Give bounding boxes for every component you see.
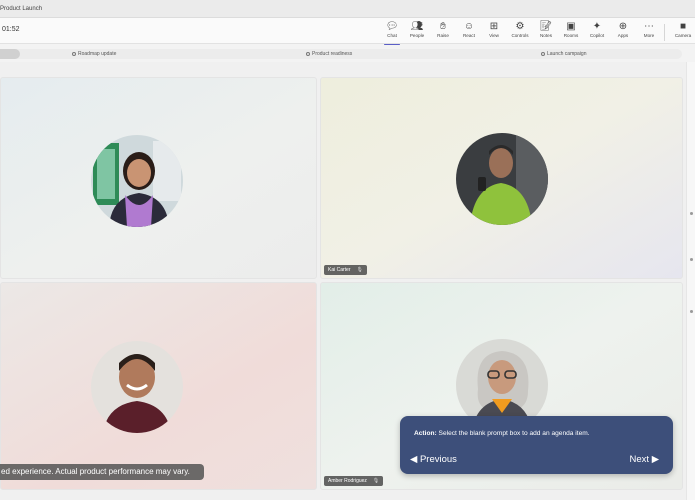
participant-name-tag: Amber Rodriguez 🎙︎ bbox=[324, 476, 384, 486]
panel-indicator bbox=[690, 212, 693, 215]
raise-hand-button[interactable]: ✋︎ Raise bbox=[431, 21, 455, 43]
more-button[interactable]: ⋯ More bbox=[637, 21, 661, 43]
disclaimer-banner: ed experience. Actual product performanc… bbox=[0, 464, 204, 480]
smiley-icon: ☺ bbox=[463, 21, 475, 32]
participant-name: Amber Rodriguez bbox=[328, 478, 367, 484]
notes-button[interactable]: 📝︎ Notes bbox=[534, 21, 558, 43]
controls-icon: ⚙︎ bbox=[515, 21, 525, 32]
mic-icon: 🎙︎ bbox=[372, 478, 380, 484]
apps-button[interactable]: ⊕ Apps bbox=[611, 21, 635, 43]
notes-label: Notes bbox=[539, 33, 552, 38]
controls-label: Controls bbox=[511, 33, 529, 38]
participant-avatar bbox=[456, 133, 548, 225]
person-photo-icon bbox=[91, 341, 183, 433]
agenda-scroll-handle[interactable] bbox=[0, 49, 20, 59]
react-label: React bbox=[462, 33, 475, 38]
grid-icon: ⊞ bbox=[489, 21, 499, 32]
people-button[interactable]: 👥︎ 4 People bbox=[405, 21, 429, 43]
mic-icon: 🎙︎ bbox=[356, 267, 363, 273]
rooms-icon: ▣ bbox=[566, 21, 576, 32]
controls-button[interactable]: ⚙︎ Controls bbox=[508, 21, 532, 43]
camera-button[interactable]: ■ Camera bbox=[671, 21, 695, 43]
toolbar-divider bbox=[664, 24, 665, 41]
view-label: View bbox=[489, 33, 499, 38]
chat-button[interactable]: 💬︎ Chat bbox=[380, 21, 404, 45]
side-panel-edge bbox=[686, 62, 695, 500]
chat-label: Chat bbox=[387, 33, 397, 38]
notes-icon: 📝︎ bbox=[539, 21, 553, 32]
meeting-toolbar: 01:52 💬︎ Chat 👥︎ 4 People ✋︎ Raise ☺ Rea… bbox=[0, 18, 695, 45]
raise-label: Raise bbox=[437, 33, 449, 38]
action-text: Select the blank prompt box to add an ag… bbox=[436, 430, 590, 437]
agenda-item-label: Roadmap update bbox=[78, 51, 117, 57]
agenda-item-label: Product readiness bbox=[312, 51, 353, 57]
next-button[interactable]: Next ▶ bbox=[630, 454, 659, 466]
copilot-icon: ✦ bbox=[592, 21, 602, 32]
previous-button[interactable]: ◀ Previous bbox=[410, 454, 457, 466]
agenda-item-label: Launch campaign bbox=[547, 51, 587, 57]
rooms-label: Rooms bbox=[563, 33, 579, 38]
circle-icon bbox=[72, 51, 76, 56]
meeting-timer: 01:52 bbox=[2, 26, 20, 33]
agenda-item[interactable]: Launch campaign bbox=[541, 49, 586, 59]
participant-tile[interactable]: Kai Carter 🎙︎ bbox=[320, 77, 683, 279]
participant-name-tag: Kai Carter 🎙︎ bbox=[324, 265, 367, 275]
participant-avatar bbox=[91, 341, 183, 433]
panel-indicator bbox=[690, 310, 693, 313]
agenda-item[interactable]: Product readiness bbox=[306, 49, 352, 59]
coachmark-message: Action: Select the blank prompt box to a… bbox=[414, 429, 590, 438]
apps-label: Apps bbox=[617, 33, 629, 38]
camera-icon: ■ bbox=[679, 21, 687, 32]
view-button[interactable]: ⊞ View bbox=[482, 21, 506, 43]
chat-icon: 💬︎ bbox=[385, 21, 399, 32]
guided-tour-coachmark: Action: Select the blank prompt box to a… bbox=[400, 416, 673, 474]
disclaimer-text: ed experience. Actual product performanc… bbox=[1, 467, 190, 476]
agenda-bar: Roadmap update Product readiness Launch … bbox=[0, 49, 682, 59]
camera-label: Camera bbox=[674, 33, 692, 38]
agenda-item[interactable]: Roadmap update bbox=[72, 49, 116, 59]
title-bar: Product Launch bbox=[0, 0, 695, 18]
action-label: Action: bbox=[414, 430, 437, 437]
person-photo-icon bbox=[456, 133, 548, 225]
participant-tile[interactable] bbox=[0, 282, 317, 490]
copilot-label: Copilot bbox=[589, 33, 605, 38]
hand-icon: ✋︎ bbox=[440, 21, 446, 32]
participant-name: Kai Carter bbox=[328, 267, 351, 273]
person-photo-icon bbox=[91, 135, 183, 227]
more-icon: ⋯ bbox=[644, 21, 654, 32]
participant-avatar bbox=[91, 135, 183, 227]
rooms-button[interactable]: ▣ Rooms bbox=[559, 21, 583, 43]
circle-icon bbox=[541, 51, 545, 56]
circle-icon bbox=[306, 51, 310, 56]
copilot-button[interactable]: ✦ Copilot bbox=[585, 21, 609, 43]
people-count: 4 bbox=[420, 22, 423, 28]
people-icon: 👥︎ bbox=[410, 21, 424, 32]
participant-tile[interactable] bbox=[0, 77, 317, 279]
more-label: More bbox=[643, 33, 655, 38]
panel-indicator bbox=[690, 258, 693, 261]
people-label: People bbox=[409, 33, 425, 38]
react-button[interactable]: ☺ React bbox=[457, 21, 481, 43]
window-title: Product Launch bbox=[0, 6, 43, 12]
apps-icon: ⊕ bbox=[618, 21, 628, 32]
